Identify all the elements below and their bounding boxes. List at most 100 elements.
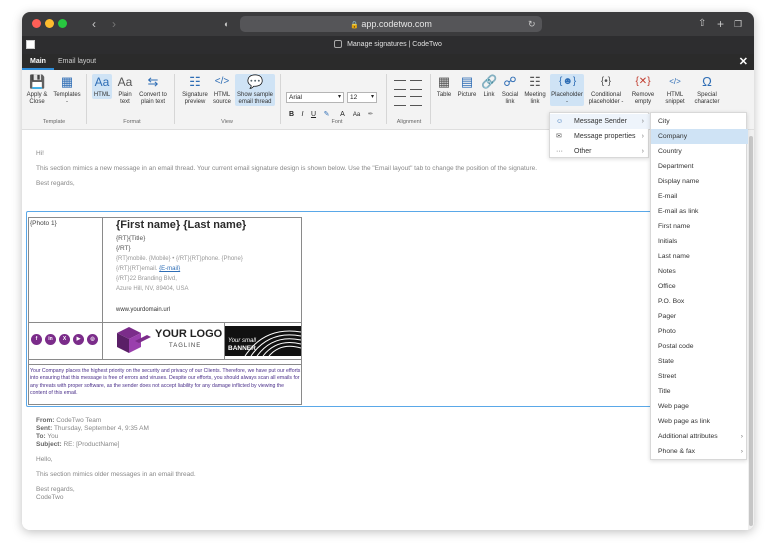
omega-icon: Ω: [702, 74, 712, 89]
menu-item-last-name[interactable]: Last name: [651, 249, 748, 264]
divider: [430, 74, 431, 124]
reload-icon[interactable]: ↻: [528, 12, 536, 36]
facebook-icon[interactable]: f: [31, 334, 42, 345]
table-button[interactable]: ▦ Table: [434, 74, 454, 99]
back-icon[interactable]: ‹: [92, 12, 96, 36]
new-tab-icon[interactable]: +: [717, 12, 724, 36]
signature-url: www.yourdomain.url: [116, 307, 171, 313]
align-left-icon[interactable]: [394, 80, 406, 90]
menu-item-street[interactable]: Street: [651, 369, 748, 384]
email-from: From: CodeTwo Team: [36, 417, 102, 424]
plain-text-button[interactable]: Aa Plain text: [115, 74, 135, 106]
signature-email-link[interactable]: {E-mail}: [159, 266, 180, 272]
menu-item-photo[interactable]: Photo: [651, 324, 748, 339]
bold-button[interactable]: B: [287, 110, 296, 120]
special-character-button[interactable]: Ω Special character: [692, 74, 722, 106]
logo-text: YOUR LOGO: [155, 328, 223, 340]
social-link-button[interactable]: ☍ Social link: [500, 74, 520, 106]
instagram-icon[interactable]: ◎: [87, 334, 98, 345]
clear-format-icon[interactable]: ✒: [366, 110, 375, 120]
menu-item-city[interactable]: City: [651, 114, 748, 129]
signature-banner[interactable]: Your small BANNER: [225, 326, 301, 356]
link-button[interactable]: 🔗 Link: [480, 74, 498, 99]
meeting-link-button[interactable]: ☷ Meeting link: [522, 74, 548, 106]
browser-window: ‹ › ◐ 🔒 app.codetwo.com ↻ ⇧ + ❐ Manage s…: [22, 12, 754, 530]
convert-plain-button[interactable]: ⇆ Convert to plain text: [137, 74, 169, 106]
x-icon[interactable]: X: [59, 334, 70, 345]
menu-item-first-name[interactable]: First name: [651, 219, 748, 234]
menu-item-company[interactable]: Company: [651, 129, 748, 144]
menu-item-email[interactable]: E-mail: [651, 189, 748, 204]
placeholder-menu: ☺ Message Sender › ✉ Message properties …: [549, 112, 650, 159]
tabs-overview-icon[interactable]: ❐: [734, 12, 742, 36]
tab-main[interactable]: Main: [22, 54, 54, 70]
signature-street: {/RT}22 Branding Blvd,: [116, 276, 177, 282]
menu-item-web-page-as-link[interactable]: Web page as link: [651, 414, 748, 429]
font-size-select[interactable]: 12 ▾: [347, 92, 377, 103]
chevron-down-icon: ▾: [370, 94, 374, 100]
conditional-placeholder-button[interactable]: {•} Conditional placeholder -: [587, 74, 625, 106]
menu-item-other[interactable]: ··· Other ›: [550, 144, 650, 159]
signature-city: Azure Hill, NV, 89404, USA: [116, 286, 189, 292]
menu-item-message-properties[interactable]: ✉ Message properties ›: [550, 129, 650, 144]
font-family-select[interactable]: Arial ▾: [286, 92, 344, 103]
underline-button[interactable]: U: [309, 110, 318, 120]
signature-preview-button[interactable]: ☷ Signature preview: [180, 74, 210, 106]
menu-item-office[interactable]: Office: [651, 279, 748, 294]
menu-item-state[interactable]: State: [651, 354, 748, 369]
menu-item-notes[interactable]: Notes: [651, 264, 748, 279]
picture-button[interactable]: ▤ Picture: [455, 74, 479, 99]
menu-item-initials[interactable]: Initials: [651, 234, 748, 249]
tab-email-layout[interactable]: Email layout: [58, 54, 96, 70]
html-snippet-button[interactable]: </> HTML snippet: [662, 74, 688, 106]
remove-empty-button[interactable]: {✕} Remove empty: [630, 74, 656, 106]
share-icon[interactable]: ⇧: [698, 12, 706, 36]
font-size-icon[interactable]: Aa: [352, 110, 361, 120]
show-sample-thread-button[interactable]: 💬 Show sample email thread: [235, 74, 275, 106]
menu-item-web-page[interactable]: Web page: [651, 399, 748, 414]
menu-item-email-as-link[interactable]: E-mail as link: [651, 204, 748, 219]
linkedin-icon[interactable]: in: [45, 334, 56, 345]
banner-line1: Your small: [228, 338, 257, 344]
youtube-icon[interactable]: ▶: [73, 334, 84, 345]
company-logo: YOUR LOGO TAGLINE: [117, 326, 223, 356]
share-network-icon: ☍: [503, 74, 517, 89]
apply-close-button[interactable]: 💾 Apply & Close: [24, 74, 50, 106]
menu-item-title[interactable]: Title: [651, 384, 748, 399]
shield-icon[interactable]: ◐: [224, 12, 229, 36]
html-mode-button[interactable]: Aa HTML: [92, 74, 112, 99]
link-icon: 🔗: [481, 74, 498, 89]
person-icon: ☺: [556, 118, 564, 125]
menu-item-po-box[interactable]: P.O. Box: [651, 294, 748, 309]
menu-item-phone-fax[interactable]: Phone & fax ›: [651, 444, 748, 459]
align-right-icon[interactable]: [394, 96, 406, 106]
align-justify-icon[interactable]: [410, 96, 422, 106]
forward-icon[interactable]: ›: [112, 12, 116, 36]
maximize-window-button[interactable]: [58, 19, 67, 28]
menu-item-additional-attributes[interactable]: Additional attributes ›: [651, 429, 748, 444]
placeholder-button[interactable]: {☻} Placeholder -: [550, 74, 584, 106]
templates-button[interactable]: ▦ Templates -: [52, 74, 82, 106]
italic-button[interactable]: I: [298, 110, 307, 120]
close-window-button[interactable]: [32, 19, 41, 28]
menu-item-pager[interactable]: Pager: [651, 309, 748, 324]
minimize-window-button[interactable]: [45, 19, 54, 28]
photo-placeholder: {Photo 1}: [30, 220, 57, 227]
menu-item-message-sender[interactable]: ☺ Message Sender ›: [550, 114, 650, 129]
chevron-right-icon: ›: [740, 448, 743, 455]
menu-item-postal-code[interactable]: Postal code: [651, 339, 748, 354]
logo-mark-icon: [117, 327, 151, 353]
html-source-button[interactable]: </> HTML source: [211, 74, 233, 106]
convert-icon: ⇆: [147, 74, 159, 89]
tab-active[interactable]: Manage signatures | CodeTwo: [22, 36, 754, 54]
menu-item-country[interactable]: Country: [651, 144, 748, 159]
email-body-line: This section mimics a new message in an …: [36, 165, 538, 172]
scrollbar-thumb[interactable]: [749, 136, 753, 526]
align-center-icon[interactable]: [410, 80, 422, 90]
menu-item-department[interactable]: Department: [651, 159, 748, 174]
close-editor-button[interactable]: ✕: [739, 54, 748, 70]
menu-item-display-name[interactable]: Display name: [651, 174, 748, 189]
chevron-right-icon: ›: [740, 433, 743, 440]
divider: [174, 74, 175, 124]
address-bar[interactable]: 🔒 app.codetwo.com: [240, 16, 542, 32]
